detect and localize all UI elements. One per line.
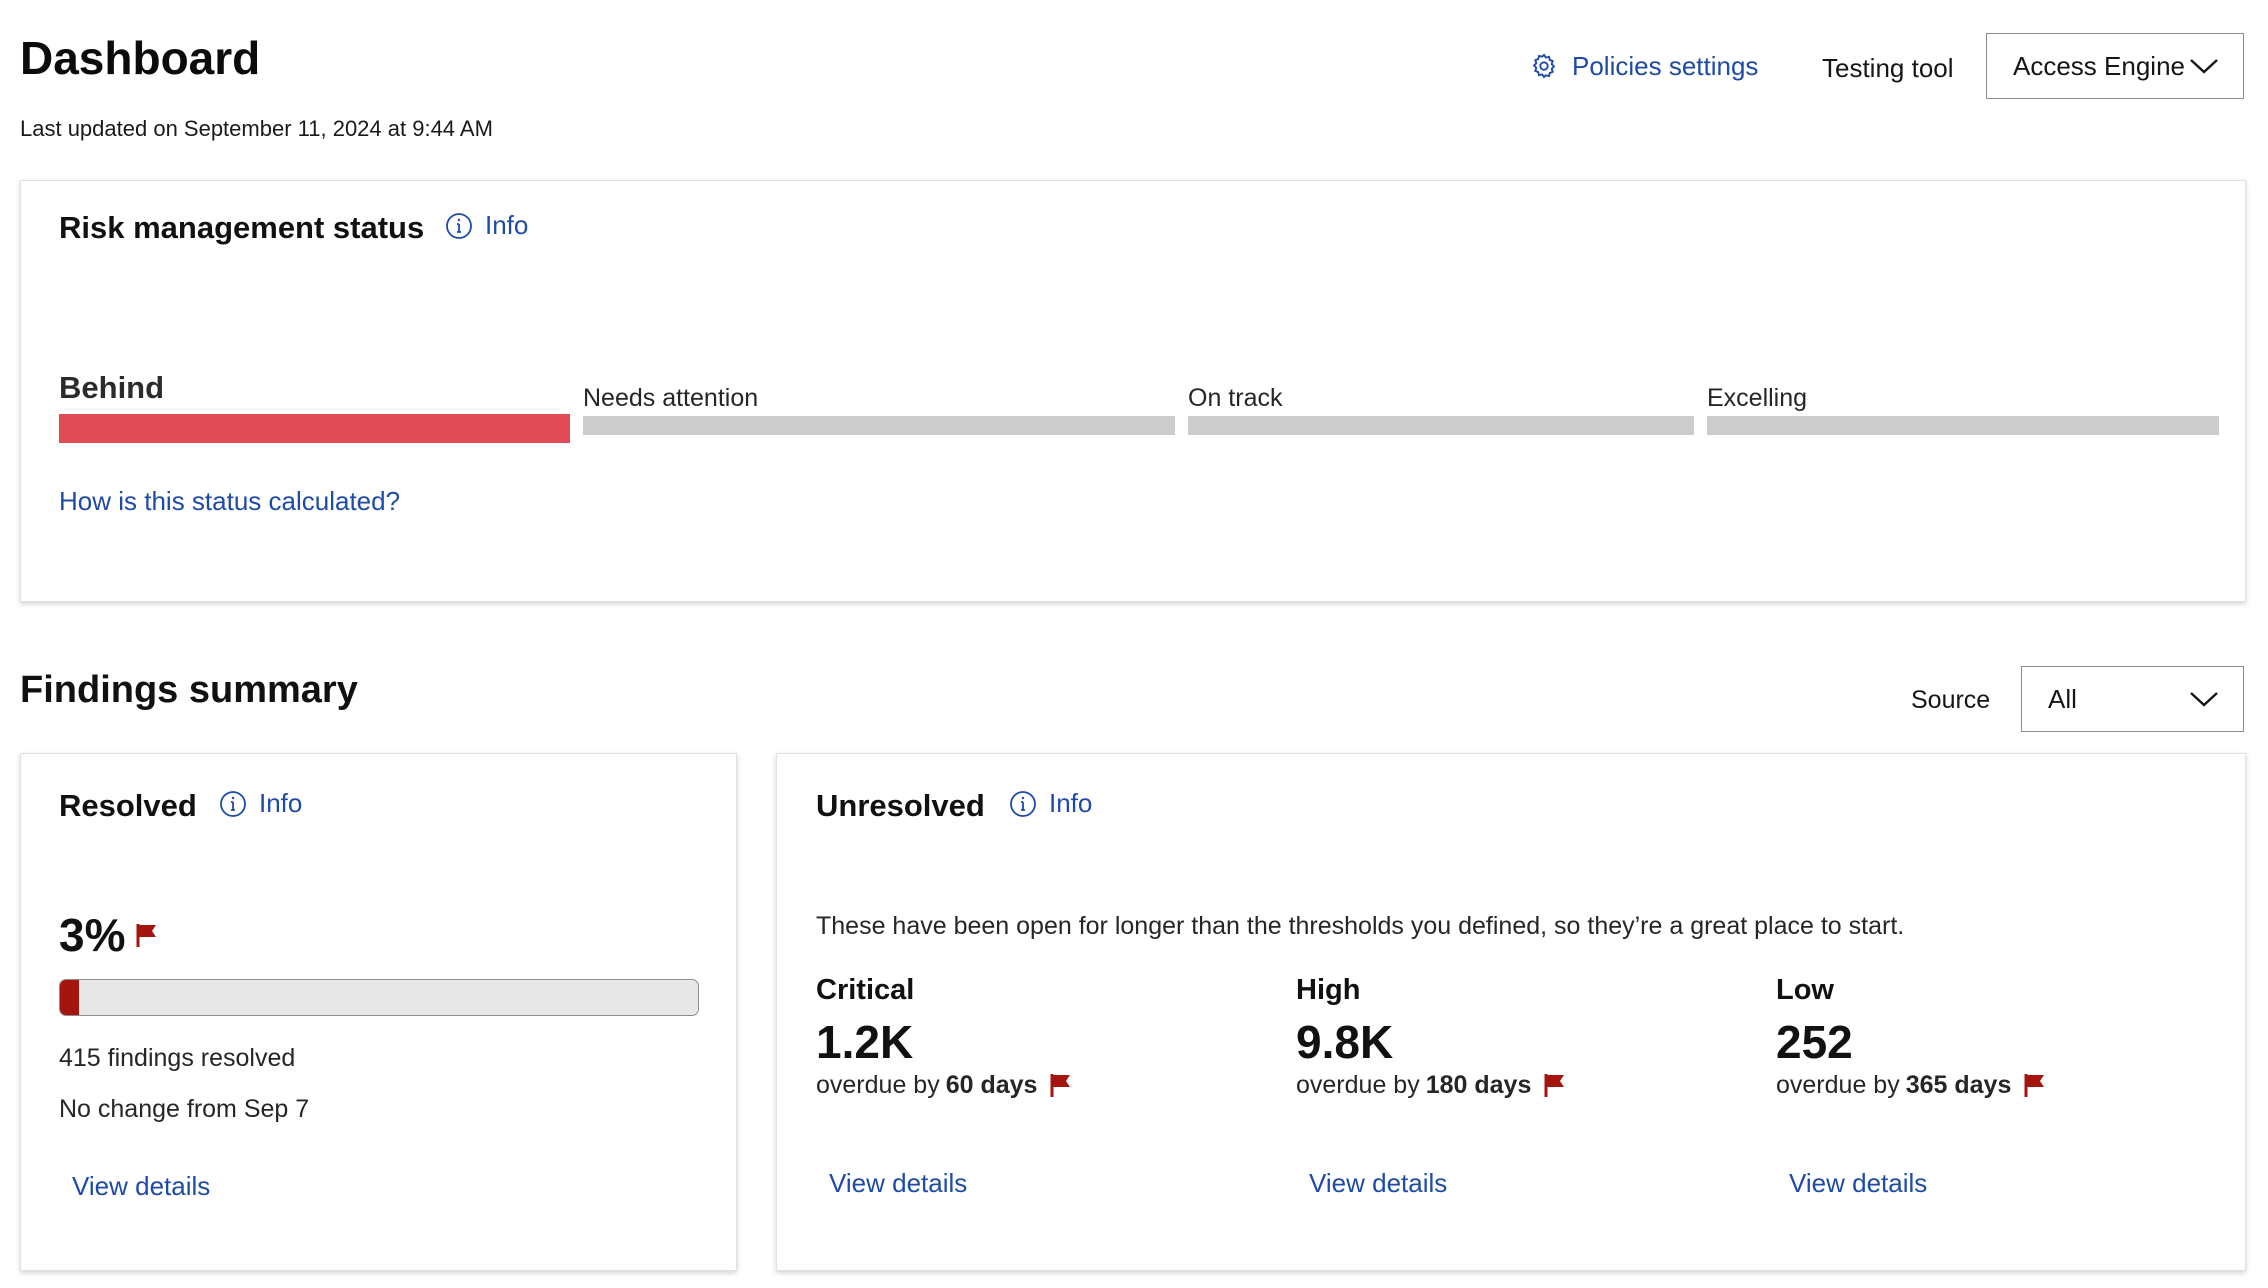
- overdue-days: 60 days: [945, 1071, 1038, 1099]
- overdue-days: 180 days: [1425, 1071, 1532, 1099]
- resolved-title: Resolved: [59, 788, 197, 823]
- testing-tool-button[interactable]: Testing tool: [1822, 50, 1954, 86]
- risk-info-link[interactable]: Info: [445, 210, 528, 241]
- segment-on-track-label: On track: [1188, 384, 1283, 412]
- unresolved-item-low: Low 252 overdue by 365 days: [1776, 972, 2047, 1102]
- flag-icon: [1050, 1074, 1071, 1097]
- segment-behind-bar: [59, 414, 570, 443]
- gear-icon: [1532, 53, 1556, 79]
- info-icon: [220, 790, 246, 817]
- source-select[interactable]: All: [2021, 666, 2244, 732]
- segment-excelling-label: Excelling: [1707, 384, 1808, 412]
- overdue-prefix: overdue by: [1296, 1071, 1420, 1099]
- unresolved-info-link[interactable]: Info: [1009, 788, 1092, 819]
- last-updated-text: Last updated on September 11, 2024 at 9:…: [20, 116, 493, 141]
- resolved-info-link[interactable]: Info: [219, 788, 302, 819]
- resolved-progress-bar: [59, 979, 699, 1016]
- unresolved-description: These have been open for longer than the…: [816, 912, 1905, 940]
- engine-select-value: Access Engine: [2013, 50, 2185, 81]
- info-label: Info: [485, 210, 529, 240]
- segment-needs-attention-bar: [583, 416, 1175, 435]
- overdue-prefix: overdue by: [816, 1071, 940, 1099]
- segment-behind-label: Behind: [59, 370, 165, 405]
- risk-management-card: Risk management status Info Behind Needs…: [20, 180, 2246, 602]
- severity-label: High: [1296, 974, 1361, 1006]
- overdue-prefix: overdue by: [1776, 1071, 1900, 1099]
- policies-settings-link[interactable]: Policies settings: [1530, 48, 1758, 84]
- severity-count: 9.8K: [1296, 1016, 1394, 1068]
- info-label: Info: [1049, 788, 1093, 818]
- overdue-text: overdue by 180 days: [1296, 1068, 1567, 1102]
- resolved-count-text: 415 findings resolved: [59, 1044, 296, 1072]
- segment-needs-attention-label: Needs attention: [583, 384, 759, 412]
- resolved-percent-row: 3%: [59, 907, 159, 963]
- critical-view-details-link[interactable]: View details: [829, 1165, 967, 1201]
- source-label: Source: [1911, 686, 1991, 714]
- status-calculation-link[interactable]: How is this status calculated?: [59, 483, 400, 519]
- overdue-days: 365 days: [1905, 1071, 2012, 1099]
- risk-card-title: Risk management status: [59, 210, 425, 245]
- severity-label: Critical: [816, 974, 915, 1006]
- segment-excelling-bar: [1707, 416, 2219, 435]
- unresolved-card: Unresolved Info These have been open for…: [776, 753, 2246, 1271]
- chevron-down-icon: [2190, 692, 2218, 707]
- resolved-view-details-link[interactable]: View details: [72, 1168, 210, 1204]
- overdue-text: overdue by 60 days: [816, 1068, 1073, 1102]
- policies-settings-label: Policies settings: [1572, 51, 1759, 81]
- resolved-percent: 3%: [59, 909, 126, 961]
- severity-count: 1.2K: [816, 1016, 914, 1068]
- unresolved-item-critical: Critical 1.2K overdue by 60 days: [816, 972, 1073, 1102]
- high-view-details-link[interactable]: View details: [1309, 1165, 1447, 1201]
- info-icon: [1010, 790, 1036, 817]
- low-view-details-link[interactable]: View details: [1789, 1165, 1927, 1201]
- info-label: Info: [259, 788, 303, 818]
- unresolved-item-high: High 9.8K overdue by 180 days: [1296, 972, 1567, 1102]
- engine-select[interactable]: Access Engine: [1986, 33, 2244, 99]
- segment-on-track-bar: [1188, 416, 1694, 435]
- overdue-text: overdue by 365 days: [1776, 1068, 2047, 1102]
- flag-icon: [1544, 1074, 1565, 1097]
- chevron-down-icon: [2190, 59, 2218, 74]
- severity-count: 252: [1776, 1016, 1853, 1068]
- unresolved-title: Unresolved: [816, 788, 985, 823]
- resolved-change-text: No change from Sep 7: [59, 1095, 310, 1123]
- info-icon: [446, 212, 472, 239]
- findings-summary-title: Findings summary: [20, 669, 358, 711]
- flag-icon: [136, 924, 157, 947]
- source-select-value: All: [2048, 683, 2077, 714]
- flag-icon: [2024, 1074, 2045, 1097]
- page-title: Dashboard: [20, 32, 261, 84]
- resolved-card: Resolved Info 3% 415 findings resolved N…: [20, 753, 737, 1271]
- resolved-progress-fill: [60, 980, 80, 1015]
- severity-label: Low: [1776, 974, 1834, 1006]
